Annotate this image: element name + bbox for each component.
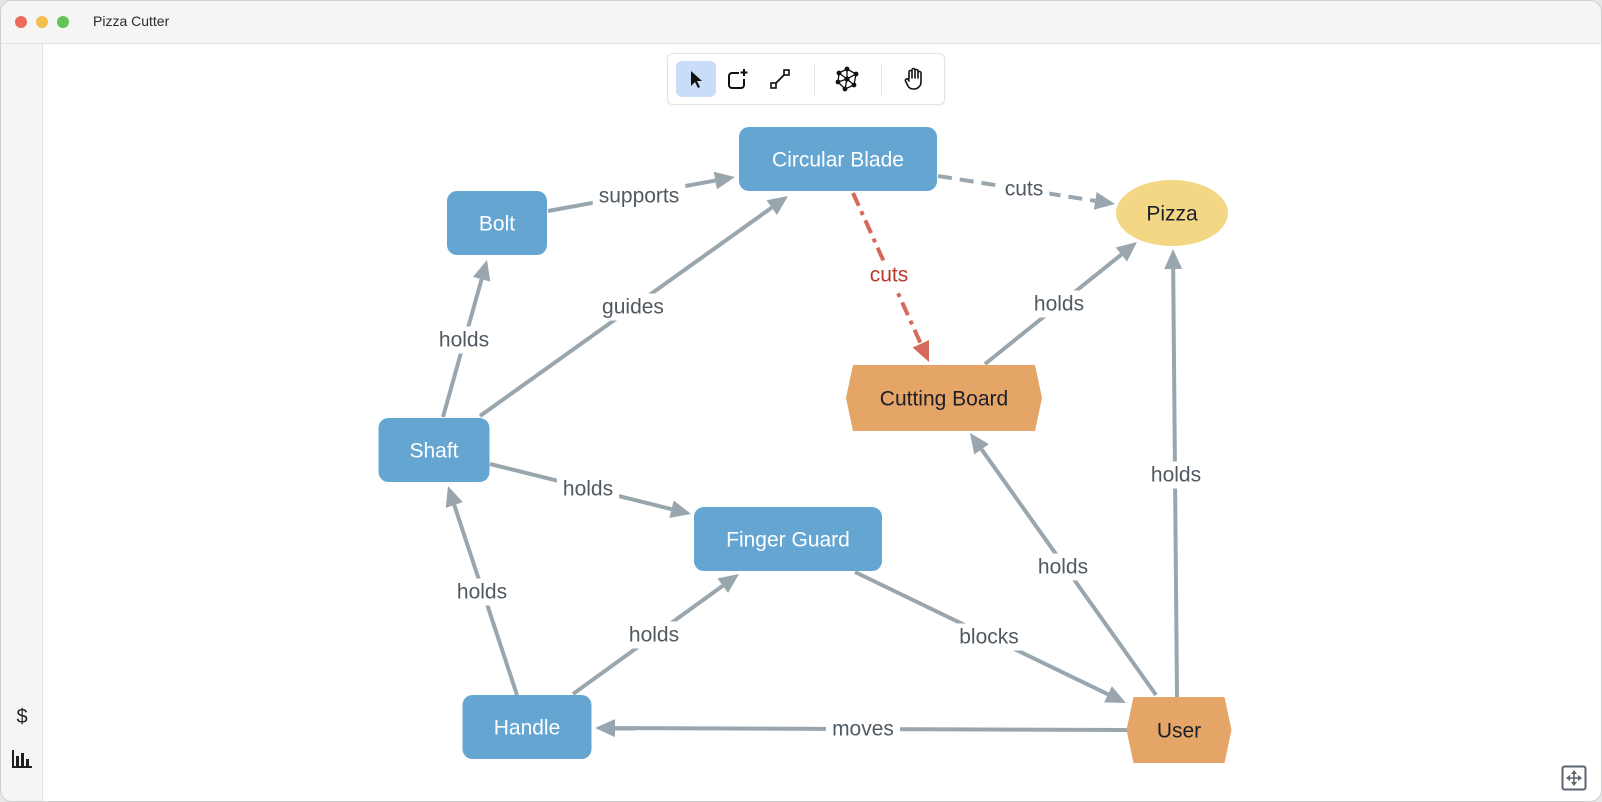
auto-layout-tool-button[interactable]	[827, 61, 867, 97]
arrowhead	[970, 433, 989, 455]
arrowhead	[717, 574, 739, 594]
arrowhead	[445, 486, 463, 508]
window-title: Pizza Cutter	[93, 13, 170, 29]
arrowhead	[766, 196, 788, 215]
node-label: Cutting Board	[880, 388, 1008, 411]
cost-button[interactable]: $	[9, 704, 35, 730]
left-sidebar: $	[1, 44, 43, 801]
edge-label: cuts	[1005, 178, 1044, 201]
edge-label: holds	[439, 329, 489, 352]
arrowhead	[595, 719, 616, 738]
edge-label: guides	[602, 296, 664, 319]
node-label: Handle	[494, 717, 561, 740]
node-label: Pizza	[1146, 203, 1198, 226]
arrowhead	[472, 260, 491, 282]
edge-label: blocks	[959, 626, 1019, 649]
arrowhead	[713, 171, 735, 190]
graph-diagram[interactable]: supports guides cuts cuts holds holds holds hol…	[43, 44, 1602, 802]
toolbar-divider	[881, 63, 882, 95]
fit-to-screen-button[interactable]	[1561, 765, 1587, 791]
node-label: User	[1157, 720, 1201, 743]
diagram-toolbar	[667, 53, 945, 105]
node-pizza[interactable]: Pizza	[1116, 180, 1228, 246]
edge-label: holds	[563, 478, 613, 501]
edge-label: supports	[599, 185, 680, 208]
edge-bolt-to-circular-blade[interactable]: supports	[547, 171, 735, 213]
node-bolt[interactable]: Bolt	[447, 191, 547, 255]
edge-handle-to-finger-guard[interactable]: holds	[571, 574, 739, 696]
node-circular-blade[interactable]: Circular Blade	[739, 127, 937, 191]
connect-edge-icon	[770, 69, 790, 89]
arrowhead	[1164, 249, 1183, 270]
node-cutting-board[interactable]: Cutting Board	[846, 365, 1042, 431]
node-user[interactable]: User	[1126, 697, 1232, 763]
edge-shaft-to-bolt[interactable]: holds	[432, 260, 496, 418]
fit-view-icon	[1561, 765, 1587, 791]
add-node-icon	[728, 69, 748, 89]
edge-label: holds	[629, 624, 679, 647]
app-window: Pizza Cutter $ supports guides cuts cuts hol…	[0, 0, 1602, 802]
node-finger-guard[interactable]: Finger Guard	[694, 507, 882, 571]
minimize-window-button[interactable]	[36, 16, 48, 28]
arrowhead	[1093, 191, 1115, 210]
select-tool-button[interactable]	[676, 61, 716, 97]
node-shaft[interactable]: Shaft	[378, 418, 490, 482]
node-label: Bolt	[479, 213, 515, 236]
edge-finger-guard-to-user[interactable]: blocks	[854, 570, 1126, 703]
hand-icon	[904, 67, 922, 90]
edge-circular-blade-to-pizza[interactable]: cuts	[937, 174, 1115, 210]
stats-button[interactable]	[9, 746, 35, 772]
network-layout-icon	[835, 66, 859, 92]
dollar-icon: $	[16, 705, 28, 728]
toolbar-divider	[814, 63, 815, 95]
edge-label: holds	[457, 581, 507, 604]
edge-user-to-handle[interactable]: moves	[595, 715, 1128, 743]
edge-label: holds	[1038, 556, 1088, 579]
add-node-tool-button[interactable]	[718, 61, 758, 97]
arrowhead	[669, 500, 691, 518]
node-handle[interactable]: Handle	[462, 695, 592, 759]
bar-chart-icon	[12, 750, 32, 768]
edge-label: holds	[1034, 293, 1084, 316]
pan-tool-button[interactable]	[894, 61, 934, 97]
node-label: Finger Guard	[726, 529, 850, 552]
arrowhead	[912, 340, 930, 362]
graph-canvas[interactable]: supports guides cuts cuts holds holds holds hol…	[43, 44, 1601, 801]
close-window-button[interactable]	[15, 16, 27, 28]
edge-label: holds	[1151, 464, 1201, 487]
edge-handle-to-shaft[interactable]: holds	[445, 486, 519, 696]
edge-user-to-cutting-board[interactable]: holds	[970, 433, 1158, 697]
title-bar: Pizza Cutter	[1, 1, 1601, 44]
node-label: Circular Blade	[772, 149, 904, 172]
edge-label: cuts	[870, 264, 909, 287]
edge-circular-blade-to-cutting-board[interactable]: cuts	[851, 192, 930, 362]
edge-shaft-to-finger-guard[interactable]: holds	[489, 462, 691, 518]
maximize-window-button[interactable]	[57, 16, 69, 28]
pointer-icon	[691, 71, 702, 88]
add-edge-tool-button[interactable]	[760, 61, 800, 97]
edges-layer: supports guides cuts cuts holds holds holds hol…	[432, 171, 1208, 743]
edge-label: moves	[832, 718, 894, 741]
edge-cutting-board-to-pizza[interactable]: holds	[983, 242, 1137, 366]
edge-user-to-pizza[interactable]: holds	[1144, 249, 1208, 698]
node-label: Shaft	[409, 440, 458, 463]
